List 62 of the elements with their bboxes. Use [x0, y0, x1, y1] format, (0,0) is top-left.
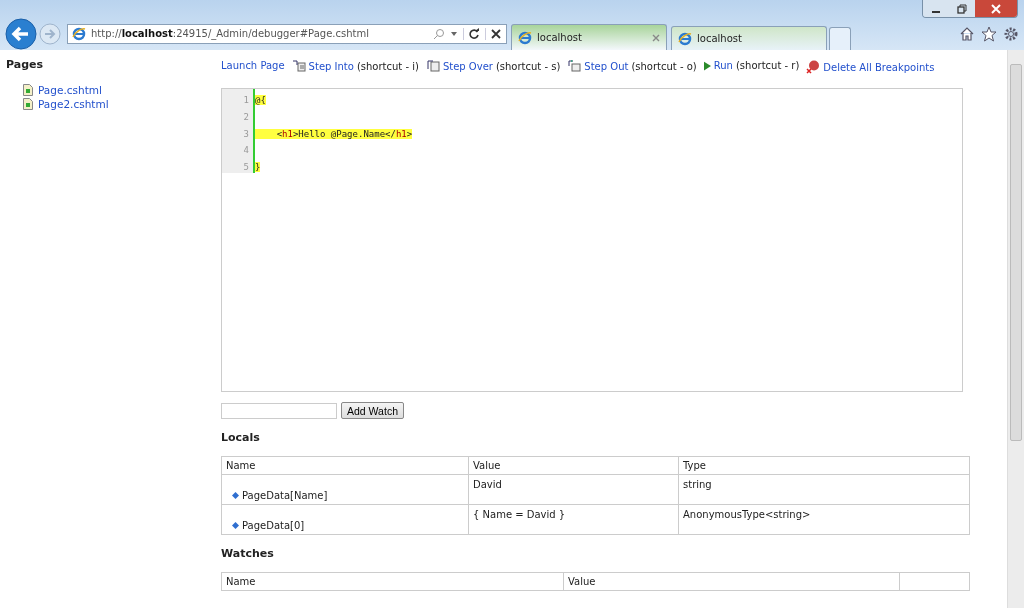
line-number: 3	[242, 127, 250, 141]
shortcut-hint: (shortcut - i)	[356, 60, 419, 72]
play-icon	[703, 60, 711, 71]
watch-input-field[interactable]	[221, 402, 337, 419]
breakpoint-delete-icon	[806, 60, 821, 74]
shortcut-hint: (shortcut - r)	[735, 60, 800, 71]
url-text: http://localhost:24915/_Admin/debugger#Page.cshtml	[91, 28, 370, 39]
column-header: Value	[563, 572, 900, 591]
close-tab-icon[interactable]	[652, 33, 660, 42]
locals-heading: Locals	[221, 431, 261, 444]
ie-logo-icon	[678, 31, 692, 46]
variable-icon	[232, 522, 239, 529]
variable-name: PageData[0]	[242, 520, 305, 531]
address-bar[interactable]: http://localhost:24915/_Admin/debugger#Page.cshtml	[67, 23, 507, 44]
favorites-star-icon[interactable]	[981, 25, 997, 42]
shortcut-hint: (shortcut - s)	[495, 60, 561, 72]
page-link[interactable]: Page2.cshtml	[38, 98, 109, 110]
add-watch-button[interactable]: Add Watch	[341, 402, 404, 419]
table-cell: string	[678, 474, 970, 505]
home-icon[interactable]	[959, 25, 975, 42]
column-header: Value	[468, 456, 679, 475]
shortcut-hint: (shortcut - o)	[631, 60, 697, 72]
ie-logo-icon	[518, 30, 532, 45]
stop-icon[interactable]	[485, 27, 502, 40]
restore-icon[interactable]	[957, 3, 967, 14]
back-button[interactable]	[5, 17, 37, 50]
line-number: 4	[242, 144, 250, 158]
line-number: 1	[242, 94, 250, 107]
variable-icon	[232, 492, 239, 499]
line-number: 2	[242, 110, 250, 124]
sidebar-title: Pages	[6, 58, 45, 71]
toolbar-link[interactable]: Step Over	[442, 60, 493, 72]
code-editor[interactable]: 1 2 3 4 5 @{ <h1>Hello @Page.Name</h1> }	[221, 88, 963, 392]
table-cell: David	[468, 474, 679, 505]
step-out-icon	[567, 60, 582, 72]
step-over-icon	[425, 60, 440, 72]
variable-name: PageData[Name]	[242, 490, 328, 501]
close-icon[interactable]	[991, 3, 1001, 14]
toolbar-link[interactable]: Step Into	[308, 60, 354, 72]
settings-icon[interactable]	[1003, 25, 1019, 42]
toolbar-link[interactable]: Launch Page	[221, 60, 285, 71]
column-header: Name	[221, 456, 469, 475]
table-cell: { Name = David }	[468, 504, 679, 535]
browser-tab[interactable]: localhost	[511, 24, 667, 50]
column-header: Type	[678, 456, 970, 475]
window-controls[interactable]	[922, 0, 1018, 18]
table-cell: AnonymousType<string>	[678, 504, 970, 535]
page-link[interactable]: Page.cshtml	[38, 84, 102, 96]
ie-logo-icon	[72, 26, 86, 41]
line-number: 5	[242, 161, 250, 175]
scrollbar[interactable]	[1007, 50, 1024, 608]
toolbar-link[interactable]: Run	[713, 60, 733, 71]
file-icon	[23, 98, 33, 110]
browser-tab[interactable]: localhost	[671, 26, 827, 50]
column-header: Name	[221, 572, 564, 591]
watches-heading: Watches	[221, 547, 275, 560]
step-into-icon	[291, 60, 306, 72]
toolbar-link[interactable]: Step Out	[584, 60, 629, 72]
dropdown-caret-icon[interactable]	[450, 29, 458, 38]
toolbar-link[interactable]: Delete All Breakpoints	[823, 61, 935, 73]
refresh-icon[interactable]	[463, 27, 480, 40]
file-icon	[23, 84, 33, 96]
